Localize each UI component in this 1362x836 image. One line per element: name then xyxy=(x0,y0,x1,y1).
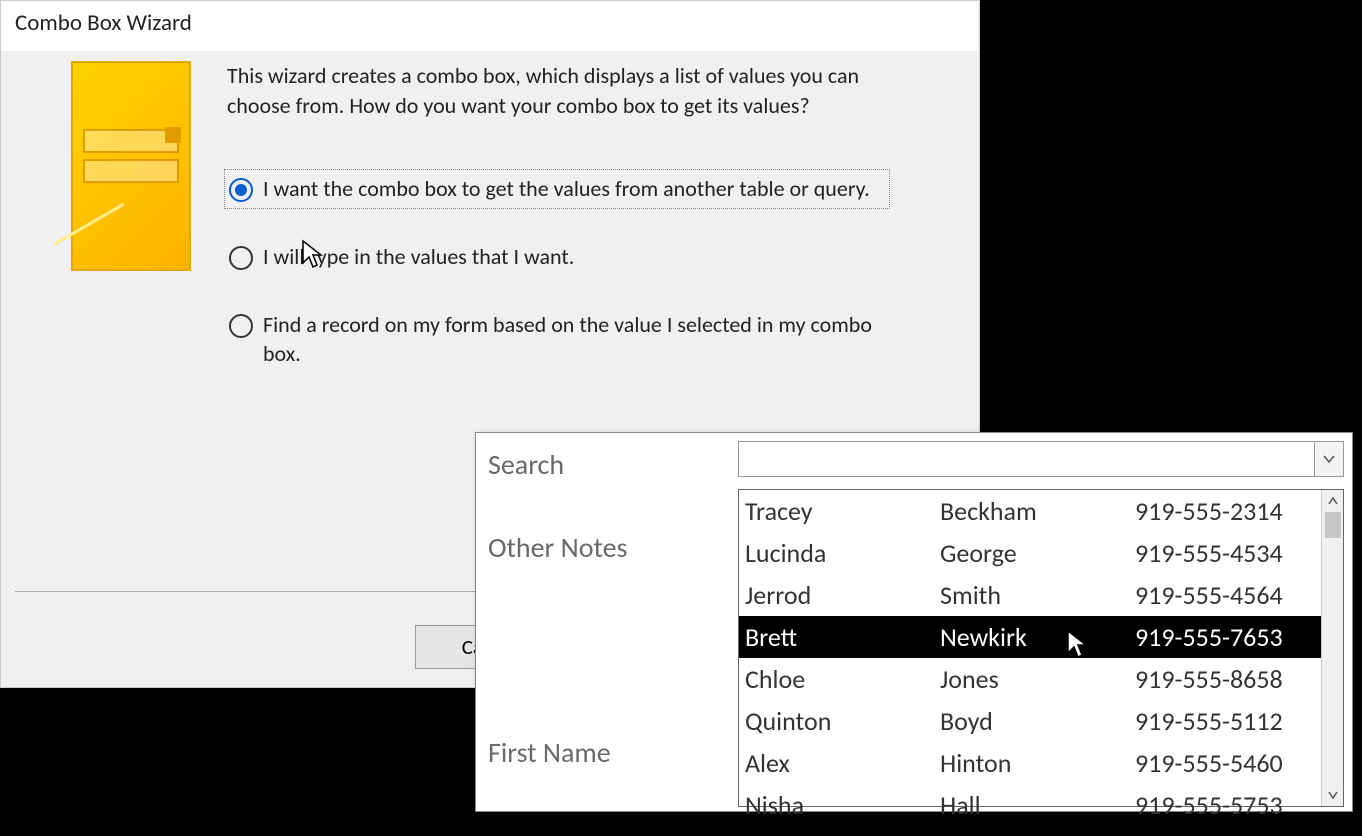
wizard-illustration xyxy=(71,61,191,271)
label-other-notes: Other Notes xyxy=(488,530,627,565)
wizard-intro-text: This wizard creates a combo box, which d… xyxy=(227,61,887,120)
chevron-down-icon xyxy=(1323,453,1335,465)
cell-last: Hinton xyxy=(940,747,1135,779)
cell-phone: 919-555-5753 xyxy=(1135,789,1321,821)
radio-label: I want the combo box to get the values f… xyxy=(263,174,870,204)
list-item[interactable]: AlexHinton919-555-5460 xyxy=(739,742,1321,784)
list-item[interactable]: QuintonBoyd919-555-5112 xyxy=(739,700,1321,742)
cell-last: Newkirk xyxy=(940,621,1135,653)
label-first-name: First Name xyxy=(488,735,627,770)
cell-first: Chloe xyxy=(745,663,940,695)
cell-phone: 919-555-7653 xyxy=(1135,621,1321,653)
radio-label: Find a record on my form based on the va… xyxy=(263,310,885,369)
cell-phone: 919-555-5460 xyxy=(1135,747,1321,779)
radio-label: I will type in the values that I want. xyxy=(263,242,574,272)
cell-last: Hall xyxy=(940,789,1135,821)
radio-icon xyxy=(229,314,253,338)
dialog-title: Combo Box Wizard xyxy=(1,1,979,51)
cell-phone: 919-555-8658 xyxy=(1135,663,1321,695)
cell-first: Lucinda xyxy=(745,537,940,569)
radio-option-table-query[interactable]: I want the combo box to get the values f… xyxy=(227,172,887,206)
label-search: Search xyxy=(488,447,627,482)
scroll-up-button[interactable] xyxy=(1322,490,1343,512)
list-item[interactable]: LucindaGeorge919-555-4534 xyxy=(739,532,1321,574)
cell-phone: 919-555-5112 xyxy=(1135,705,1321,737)
scroll-down-button[interactable] xyxy=(1322,784,1343,806)
cell-first: Tracey xyxy=(745,495,940,527)
radio-option-find-record[interactable]: Find a record on my form based on the va… xyxy=(227,308,887,371)
scroll-thumb[interactable] xyxy=(1325,512,1341,538)
radio-icon xyxy=(229,246,253,270)
combo-dropdown-button[interactable] xyxy=(1314,441,1344,477)
cell-last: Smith xyxy=(940,579,1135,611)
radio-icon xyxy=(229,178,253,202)
list-item[interactable]: BrettNewkirk919-555-7653 xyxy=(739,616,1321,658)
cell-phone: 919-555-4564 xyxy=(1135,579,1321,611)
cell-first: Jerrod xyxy=(745,579,940,611)
scrollbar[interactable] xyxy=(1321,490,1343,806)
cell-first: Brett xyxy=(745,621,940,653)
cell-last: Jones xyxy=(940,663,1135,695)
list-item[interactable]: JerrodSmith919-555-4564 xyxy=(739,574,1321,616)
list-item[interactable]: ChloeJones919-555-8658 xyxy=(739,658,1321,700)
radio-option-type-values[interactable]: I will type in the values that I want. xyxy=(227,240,887,274)
cell-last: George xyxy=(940,537,1135,569)
combo-dropdown-list: TraceyBeckham919-555-2314LucindaGeorge91… xyxy=(738,489,1344,807)
cell-last: Boyd xyxy=(940,705,1135,737)
cell-phone: 919-555-2314 xyxy=(1135,495,1321,527)
cell-phone: 919-555-4534 xyxy=(1135,537,1321,569)
list-item[interactable]: NishaHall919-555-5753 xyxy=(739,784,1321,826)
cell-last: Beckham xyxy=(940,495,1135,527)
list-item[interactable]: TraceyBeckham919-555-2314 xyxy=(739,490,1321,532)
form-panel: Search Other Notes First Name TraceyBeck… xyxy=(475,432,1353,812)
cell-first: Alex xyxy=(745,747,940,779)
cell-first: Nisha xyxy=(745,789,940,821)
cell-first: Quinton xyxy=(745,705,940,737)
search-combo-input[interactable] xyxy=(738,441,1336,477)
